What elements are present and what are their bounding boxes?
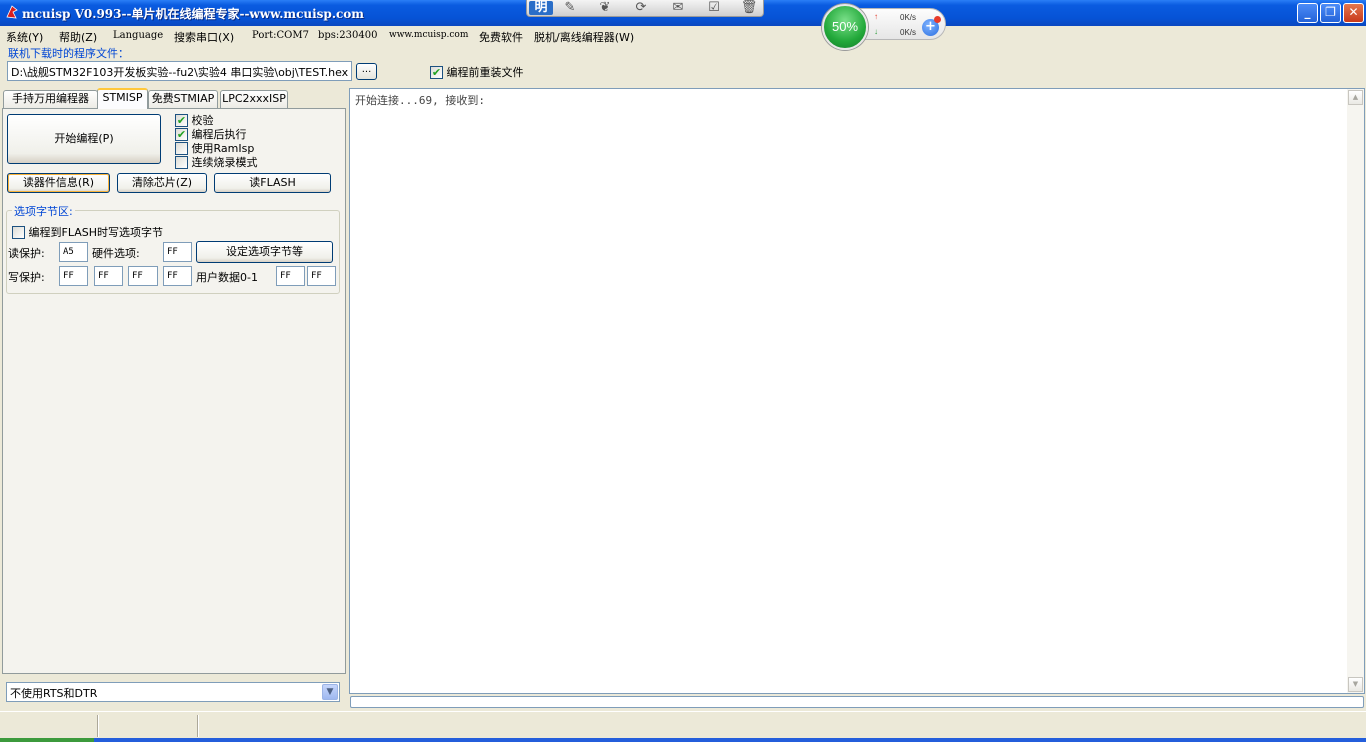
continuous-burn-label: 连续烧录模式 [191, 156, 258, 169]
write-protect-field[interactable]: FF [94, 266, 123, 286]
menu-bar: 系统(Y) 帮助(Z) Language 搜索串口(X) Port:COM7 b… [0, 27, 1366, 45]
close-button[interactable]: ✕ [1343, 3, 1364, 23]
window-title: mcuisp V0.993--单片机在线编程专家--www.mcuisp.com [22, 7, 365, 21]
rts-dtr-selected-value: 不使用RTS和DTR [10, 687, 98, 700]
refresh-icon[interactable]: ⟳ [631, 1, 651, 15]
check-icon[interactable]: ☑ [704, 1, 724, 15]
verify-checkbox[interactable] [175, 113, 188, 127]
start-program-button[interactable]: 开始编程(P) [7, 114, 161, 164]
log-text: 开始连接...69, 接收到: [355, 94, 485, 107]
tab-handheld-programmer[interactable]: 手持万用编程器 [3, 90, 98, 108]
browse-button[interactable]: ... [356, 63, 377, 80]
hardware-option-label: 硬件选项: [92, 247, 140, 260]
menu-free-software[interactable]: 免费软件 [479, 29, 523, 45]
read-device-info-button[interactable]: 读器件信息(R) [7, 173, 110, 193]
notification-dot-icon [934, 16, 941, 23]
continuous-burn-checkbox[interactable] [175, 155, 188, 169]
reload-label: 编程前重装文件 [446, 66, 524, 79]
title-bar[interactable]: mcuisp V0.993--单片机在线编程专家--www.mcuisp.com… [0, 0, 1366, 26]
user-data-field[interactable]: FF [307, 266, 336, 286]
read-protect-label: 读保护: [8, 247, 45, 260]
chevron-down-icon[interactable]: ▼ [322, 684, 338, 700]
use-ramisp-checkbox[interactable] [175, 141, 188, 155]
send-input[interactable] [350, 696, 1364, 708]
reload-checkbox[interactable] [430, 65, 443, 79]
write-protect-field[interactable]: FF [59, 266, 88, 286]
tab-lpc2xxxisp[interactable]: LPC2xxxISP [220, 90, 288, 108]
reload-before-program[interactable]: 编程前重装文件 [430, 64, 524, 80]
status-separator [197, 715, 199, 737]
menu-search-port[interactable]: 搜索串口(X) [174, 29, 234, 45]
app-icon [6, 5, 18, 19]
trash-icon[interactable]: 🗑 [739, 1, 759, 15]
log-output[interactable]: 开始连接...69, 接收到: ▲ ▼ [349, 88, 1365, 694]
upload-arrow-icon: ↑ [874, 12, 878, 21]
ming-icon[interactable]: 明 [529, 1, 553, 15]
menu-system[interactable]: 系统(Y) [6, 29, 43, 45]
menu-port[interactable]: Port:COM7 [252, 30, 309, 41]
run-after-program-checkbox[interactable] [175, 127, 188, 141]
continuous-burn-option[interactable]: 连续烧录模式 [175, 154, 258, 170]
set-option-bytes-button[interactable]: 设定选项字节等 [196, 241, 333, 263]
user-data-label: 用户数据0-1 [196, 271, 258, 284]
rts-dtr-select[interactable]: 不使用RTS和DTR ▼ [6, 682, 340, 702]
option-bytes-title: 选项字节区: [12, 203, 75, 219]
write-protect-field[interactable]: FF [163, 266, 192, 286]
tab-stmisp[interactable]: STMISP [97, 88, 148, 109]
scroll-down-icon[interactable]: ▼ [1348, 677, 1363, 692]
scroll-up-icon[interactable]: ▲ [1348, 90, 1363, 105]
menu-website[interactable]: www.mcuisp.com [389, 30, 468, 40]
leaf-icon[interactable]: ❦ [595, 1, 615, 15]
write-protect-field[interactable]: FF [128, 266, 158, 286]
restore-button[interactable]: ❐ [1320, 3, 1341, 23]
program-file-label: 联机下载时的程序文件： [8, 47, 129, 60]
program-file-input[interactable]: D:\战舰STM32F103开发板实验--fu2\实验4 串口实验\obj\TE… [7, 61, 352, 81]
taskbar-strip [0, 738, 1366, 742]
minimize-button[interactable]: _ [1297, 3, 1318, 23]
tab-free-stmiap[interactable]: 免费STMIAP [148, 90, 218, 108]
write-options-checkbox[interactable] [12, 225, 25, 239]
read-protect-field[interactable]: A5 [59, 242, 88, 262]
user-data-field[interactable]: FF [276, 266, 305, 286]
status-separator [97, 715, 99, 737]
read-flash-button[interactable]: 读FLASH [214, 173, 331, 193]
write-protect-label: 写保护: [8, 271, 45, 284]
menu-bps[interactable]: bps:230400 [318, 30, 377, 41]
status-bar [0, 711, 1366, 738]
edit-icon[interactable]: ✎ [560, 1, 580, 15]
floating-toolbar: 明 ✎ ❦ ⟳ ✉ ☑ 🗑 [526, 0, 764, 17]
menu-offline-programmer[interactable]: 脱机/离线编程器(W) [534, 29, 634, 45]
log-scrollbar[interactable]: ▲ ▼ [1347, 89, 1364, 693]
start-button-strip[interactable] [0, 738, 94, 742]
menu-language[interactable]: Language [113, 30, 163, 41]
upload-speed: 0K/s [900, 13, 917, 22]
write-options-label: 编程到FLASH时写选项字节 [28, 226, 164, 239]
mail-icon[interactable]: ✉ [668, 1, 688, 15]
menu-help[interactable]: 帮助(Z) [59, 29, 97, 45]
write-options-on-flash-option[interactable]: 编程到FLASH时写选项字节 [12, 224, 163, 240]
erase-chip-button[interactable]: 清除芯片(Z) [117, 173, 207, 193]
hardware-option-field[interactable]: FF [163, 242, 192, 262]
